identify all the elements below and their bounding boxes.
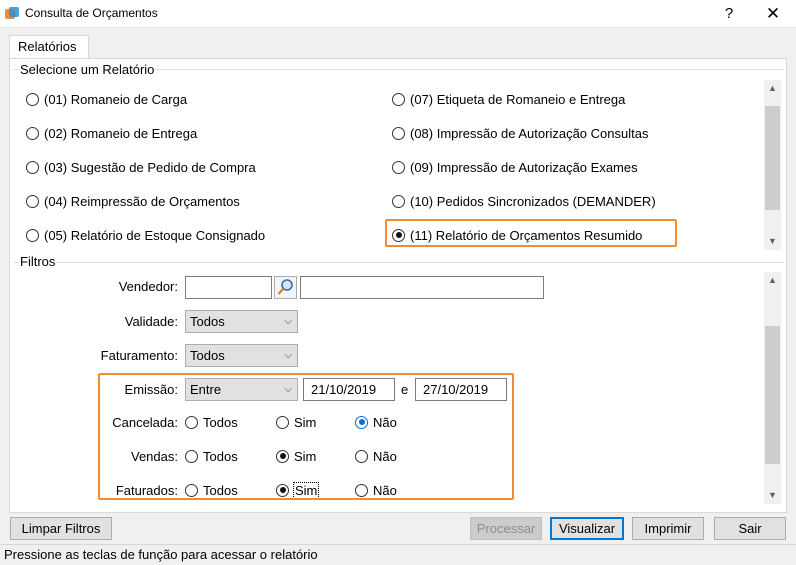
vendedor-code-input[interactable] xyxy=(185,276,272,299)
report-option-label: (07) Etiqueta de Romaneio e Entrega xyxy=(410,91,626,107)
close-button[interactable]: ✕ xyxy=(755,2,791,26)
filters-group-border xyxy=(14,262,784,263)
scroll-up-icon[interactable]: ▲ xyxy=(764,80,781,97)
report-option-label: (08) Impressão de Autorização Consultas xyxy=(410,125,649,141)
vendedor-label: Vendedor: xyxy=(118,279,178,294)
report-option-label: (01) Romaneio de Carga xyxy=(44,91,188,107)
scroll-down-icon[interactable]: ▼ xyxy=(764,233,781,250)
report-option-07[interactable]: (07) Etiqueta de Romaneio e Entrega xyxy=(392,90,625,108)
filters-scrollbar[interactable]: ▲ ▼ xyxy=(764,272,781,504)
validade-select[interactable]: Todos ⌵ xyxy=(185,310,298,333)
imprimir-button[interactable]: Imprimir xyxy=(632,517,704,540)
report-option-09[interactable]: (09) Impressão de Autorização Exames xyxy=(392,158,638,176)
validade-label: Validade: xyxy=(124,314,178,329)
report-option-label: (03) Sugestão de Pedido de Compra xyxy=(44,159,256,175)
radio-button[interactable] xyxy=(392,126,405,140)
report-option-04[interactable]: (04) Reimpressão de Orçamentos xyxy=(26,192,240,210)
radio-button[interactable] xyxy=(392,92,405,106)
validade-value: Todos xyxy=(190,314,225,329)
radio-button[interactable] xyxy=(392,160,405,174)
report-option-05[interactable]: (05) Relatório de Estoque Consignado xyxy=(26,226,265,244)
report-option-label: (10) Pedidos Sincronizados (DEMANDER) xyxy=(410,193,656,209)
reports-group-title: Selecione um Relatório xyxy=(19,62,156,77)
sair-button[interactable]: Sair xyxy=(714,517,786,540)
radio-button[interactable] xyxy=(26,126,39,140)
filters-highlight xyxy=(98,373,514,500)
window-title: Consulta de Orçamentos xyxy=(25,6,158,20)
radio-button[interactable] xyxy=(392,194,405,208)
report-option-03[interactable]: (03) Sugestão de Pedido de Compra xyxy=(26,158,256,176)
processar-button[interactable]: Processar xyxy=(470,517,542,540)
scroll-up-icon[interactable]: ▲ xyxy=(764,272,781,289)
tab-relatorios[interactable]: Relatórios xyxy=(9,35,89,59)
report-option-label: (04) Reimpressão de Orçamentos xyxy=(44,193,240,209)
report-option-label: (09) Impressão de Autorização Exames xyxy=(410,159,638,175)
help-button[interactable]: ? xyxy=(715,2,743,26)
report-option-02[interactable]: (02) Romaneio de Entrega xyxy=(26,124,197,142)
visualizar-button[interactable]: Visualizar xyxy=(550,517,624,540)
faturamento-value: Todos xyxy=(190,348,225,363)
radio-button[interactable] xyxy=(26,92,39,106)
scroll-thumb[interactable] xyxy=(765,106,780,210)
reports-scrollbar[interactable]: ▲ ▼ xyxy=(764,80,781,250)
limpar-filtros-button[interactable]: Limpar Filtros xyxy=(10,517,112,540)
report-option-01[interactable]: (01) Romaneio de Carga xyxy=(26,90,187,108)
radio-button[interactable] xyxy=(26,160,39,174)
chevron-down-icon: ⌵ xyxy=(284,350,292,361)
radio-button[interactable] xyxy=(26,228,39,242)
scroll-down-icon[interactable]: ▼ xyxy=(764,487,781,504)
vendedor-lookup-button[interactable] xyxy=(274,276,297,299)
report-option-label: (05) Relatório de Estoque Consignado xyxy=(44,227,266,243)
faturamento-label: Faturamento: xyxy=(100,348,178,363)
scroll-thumb[interactable] xyxy=(765,326,780,464)
chevron-down-icon: ⌵ xyxy=(284,316,292,327)
status-bar: Pressione as teclas de função para acess… xyxy=(0,544,796,565)
vendedor-name-input[interactable] xyxy=(300,276,544,299)
report-option-10[interactable]: (10) Pedidos Sincronizados (DEMANDER) xyxy=(392,192,656,210)
filters-group-title: Filtros xyxy=(19,254,57,269)
app-icon xyxy=(5,7,19,19)
title-bar: Consulta de Orçamentos ? ✕ xyxy=(0,0,796,28)
selected-report-highlight xyxy=(385,219,677,247)
report-option-label: (02) Romaneio de Entrega xyxy=(44,125,198,141)
radio-button[interactable] xyxy=(26,194,39,208)
report-option-08[interactable]: (08) Impressão de Autorização Consultas xyxy=(392,124,648,142)
faturamento-select[interactable]: Todos ⌵ xyxy=(185,344,298,367)
status-text: Pressione as teclas de função para acess… xyxy=(4,547,318,562)
magnifier-icon xyxy=(277,279,293,295)
